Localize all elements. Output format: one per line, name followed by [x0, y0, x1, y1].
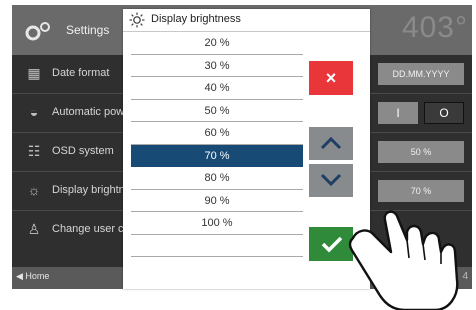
osd-icon: ☷	[27, 143, 41, 159]
display-brightness-label: Display brightn	[52, 184, 125, 196]
dialog-header: Display brightness	[123, 9, 370, 32]
toggle-on[interactable]: I	[378, 102, 418, 124]
gear-icon	[24, 21, 54, 46]
brightness-option[interactable]: 20 %	[131, 32, 303, 55]
date-format-value[interactable]: DD.MM.YYYY	[378, 63, 464, 85]
close-icon: ×	[325, 68, 337, 88]
checkmark-icon	[321, 236, 343, 253]
brightness-option[interactable]: 80 %	[131, 167, 303, 190]
close-button[interactable]: ×	[309, 61, 353, 95]
sun-icon: ☼	[27, 182, 41, 198]
automatic-power-toggle[interactable]: I O	[378, 102, 464, 124]
power-save-icon: ◒	[29, 104, 39, 120]
scroll-down-button[interactable]	[309, 164, 353, 197]
empty-option-row	[131, 235, 303, 257]
dialog-title: Display brightness	[151, 13, 241, 25]
pointing-hand-icon	[348, 210, 459, 310]
temperature-readout: 403°	[401, 11, 468, 44]
display-brightness-value[interactable]: 70 %	[378, 180, 464, 202]
sun-icon	[129, 12, 145, 33]
brightness-option[interactable]: 100 %	[131, 212, 303, 235]
brightness-option-list: 20 % 30 % 40 % 50 % 60 % 70 % 80 % 90 % …	[131, 32, 303, 257]
brightness-option[interactable]: 30 %	[131, 55, 303, 77]
brightness-dialog: Display brightness 20 % 30 % 40 % 50 % 6…	[123, 9, 370, 289]
home-button[interactable]: ◀ Home	[16, 271, 49, 282]
brightness-option[interactable]: 60 %	[131, 122, 303, 145]
date-format-label: Date format	[52, 67, 110, 79]
toggle-off[interactable]: O	[424, 102, 464, 124]
scroll-up-button[interactable]	[309, 127, 353, 160]
brightness-option[interactable]: 90 %	[131, 190, 303, 212]
settings-title: Settings	[66, 23, 110, 37]
automatic-power-label: Automatic pow	[52, 106, 125, 118]
change-user-label: Change user c	[52, 223, 124, 235]
user-icon: ♙	[27, 221, 41, 237]
brightness-option-selected[interactable]: 70 %	[131, 144, 303, 167]
osd-system-label: OSD system	[52, 145, 114, 157]
brightness-option[interactable]: 50 %	[131, 100, 303, 122]
chevron-down-icon	[320, 173, 342, 187]
chevron-up-icon	[320, 136, 342, 150]
home-label: Home	[25, 271, 50, 281]
osd-system-value[interactable]: 50 %	[378, 141, 464, 163]
calendar-icon: ▦	[27, 65, 41, 81]
brightness-option[interactable]: 40 %	[131, 77, 303, 100]
